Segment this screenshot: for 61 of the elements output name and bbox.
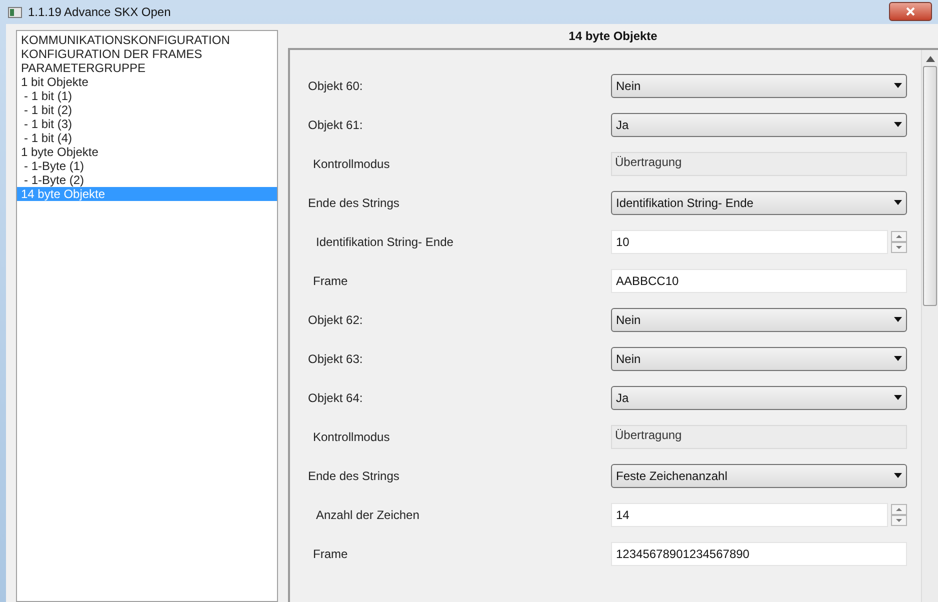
caret-icon (894, 395, 902, 400)
text-field[interactable]: 12345678901234567890 (611, 542, 907, 566)
tree-item[interactable]: - 1-Byte (2) (17, 173, 277, 187)
caret-icon (894, 122, 902, 127)
dropdown-value: Nein (616, 312, 641, 328)
field-label: Objekt 62: (308, 312, 363, 326)
tree-item[interactable]: - 1 bit (3) (17, 117, 277, 131)
field-label: Kontrollmodus (313, 156, 390, 170)
field-label: Ende des Strings (308, 468, 400, 482)
dropdown-value: Identifikation String- Ende (616, 194, 754, 212)
tree-item[interactable]: - 1 bit (1) (17, 89, 277, 103)
tree-item[interactable]: - 1 bit (4) (17, 131, 277, 145)
caret-icon (894, 200, 902, 205)
scroll-up-icon[interactable] (926, 56, 934, 62)
dropdown[interactable]: Nein (611, 74, 907, 98)
scroll-thumb[interactable] (923, 66, 937, 306)
field-label: Identifikation String- Ende (316, 234, 454, 248)
readonly-field: Übertragung (611, 424, 907, 448)
window-title: 1.1.19 Advance SKX Open (28, 4, 171, 21)
field-label: Objekt 61: (308, 118, 363, 132)
field-label: Objekt 63: (308, 352, 363, 366)
caret-icon (894, 356, 902, 361)
spinner-arrows-icon[interactable] (891, 504, 907, 526)
tree-item[interactable]: PARAMETERGRUPPE (17, 61, 277, 75)
field-label: Frame (313, 546, 348, 560)
number-field[interactable]: 10 (611, 230, 888, 254)
dropdown[interactable]: Feste Zeichenanzahl (611, 464, 907, 488)
number-field[interactable]: 14 (611, 502, 888, 526)
tree-item[interactable]: KONFIGURATION DER FRAMES (17, 47, 277, 61)
dropdown-value: Feste Zeichenanzahl (616, 468, 728, 484)
panel-title: 14 byte Objekte (568, 28, 658, 45)
dropdown-value: Nein (616, 78, 641, 94)
caret-icon (894, 83, 902, 88)
dropdown-value: Ja (616, 116, 629, 134)
tree-item[interactable]: - 1 bit (2) (17, 103, 277, 117)
tree-item[interactable]: 1 byte Objekte (17, 145, 277, 159)
field-label: Anzahl der Zeichen (316, 508, 420, 522)
text-field[interactable]: AABBCC10 (611, 268, 907, 292)
dropdown[interactable]: Ja (611, 112, 907, 136)
app-icon (8, 6, 22, 18)
tree-item[interactable]: 1 bit Objekte (17, 75, 277, 89)
dropdown-value: Nein (616, 350, 641, 368)
tree-item[interactable]: - 1-Byte (1) (17, 159, 277, 173)
close-icon (906, 7, 915, 16)
field-label: Kontrollmodus (313, 430, 390, 444)
dropdown-value: Ja (616, 390, 629, 406)
caret-icon (894, 473, 902, 478)
tree-item[interactable]: KOMMUNIKATIONSKONFIGURATION (17, 33, 277, 47)
caret-icon (894, 317, 902, 322)
dropdown[interactable]: Identifikation String- Ende (611, 190, 907, 214)
close-button[interactable] (889, 2, 932, 21)
dropdown[interactable]: Nein (611, 308, 907, 332)
readonly-field: Übertragung (611, 152, 907, 176)
spinner-arrows-icon[interactable] (891, 230, 907, 252)
field-label: Ende des Strings (308, 196, 400, 210)
field-label: Frame (313, 274, 348, 288)
scrollbar[interactable] (921, 50, 938, 602)
dropdown[interactable]: Nein (611, 346, 907, 370)
field-label: Objekt 64: (308, 390, 363, 404)
dropdown[interactable]: Ja (611, 386, 907, 410)
field-label: Objekt 60: (308, 78, 363, 92)
